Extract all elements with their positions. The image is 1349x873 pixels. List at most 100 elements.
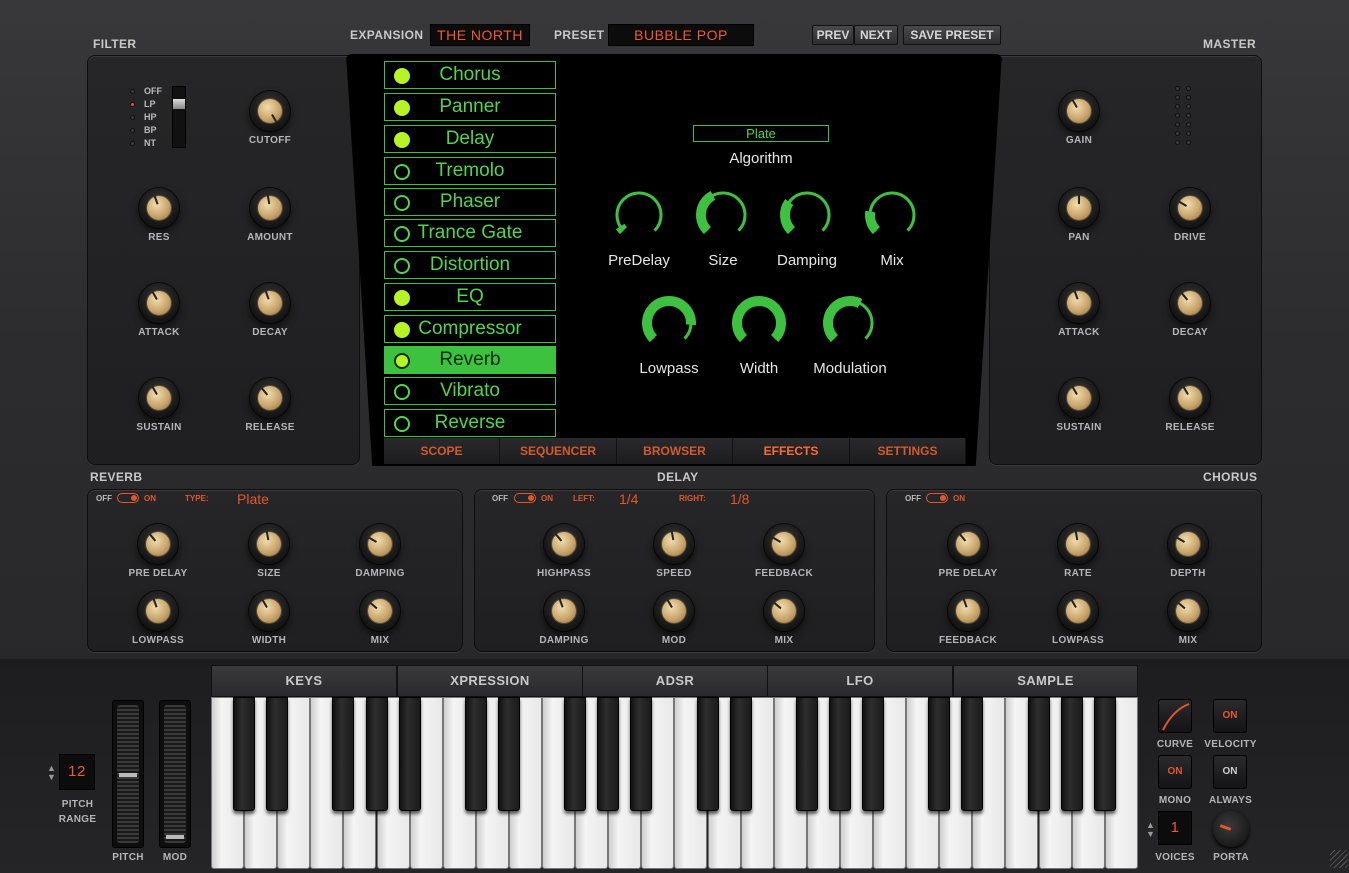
reverb-power-toggle[interactable] (117, 493, 139, 503)
fx-power-led-icon[interactable] (394, 322, 410, 338)
black-key[interactable] (233, 697, 256, 811)
pitch-range-stepper-icon[interactable]: ▲ ▼ (47, 764, 56, 782)
chorus-depth-knob[interactable] (1168, 524, 1208, 564)
keyboard-tab-lfo[interactable]: LFO (767, 665, 953, 697)
delay-mod-knob[interactable] (654, 591, 694, 631)
fx-item-trance-gate[interactable]: Trance Gate (384, 219, 556, 247)
black-key[interactable] (1027, 697, 1050, 811)
filter-mode-nt[interactable]: NT (144, 138, 156, 148)
reverb-type-value[interactable]: Plate (237, 491, 269, 507)
fx-power-led-icon[interactable] (394, 353, 410, 369)
black-key[interactable] (729, 697, 752, 811)
fx-power-led-icon[interactable] (394, 226, 410, 242)
keyboard-tab-keys[interactable]: KEYS (211, 665, 397, 697)
reverb-lowpass-knob[interactable] (138, 591, 178, 631)
fx-power-led-icon[interactable] (394, 164, 410, 180)
filter-release-knob[interactable] (250, 378, 290, 418)
delay-feedback-knob[interactable] (764, 524, 804, 564)
velocity-curve-button[interactable] (1158, 699, 1192, 733)
resize-grip-icon[interactable] (1330, 850, 1348, 868)
delay-speed-knob[interactable] (654, 524, 694, 564)
reverb-size-knob[interactable] (249, 524, 289, 564)
master-sustain-knob[interactable] (1059, 378, 1099, 418)
keyboard-tab-adsr[interactable]: ADSR (582, 665, 768, 697)
black-key[interactable] (961, 697, 984, 811)
black-key[interactable] (597, 697, 620, 811)
fx-item-phaser[interactable]: Phaser (384, 188, 556, 216)
fx-power-led-icon[interactable] (394, 416, 410, 432)
black-key[interactable] (564, 697, 587, 811)
black-key[interactable] (398, 697, 421, 811)
black-key[interactable] (1093, 697, 1116, 811)
chorus-power-toggle[interactable] (926, 493, 948, 503)
delay-power-toggle[interactable] (514, 493, 536, 503)
fx-power-led-icon[interactable] (394, 68, 410, 84)
filter-decay-knob[interactable] (250, 283, 290, 323)
delay-highpass-knob[interactable] (544, 524, 584, 564)
delay-right-value[interactable]: 1/8 (730, 491, 749, 507)
master-drive-knob[interactable] (1170, 188, 1210, 228)
black-key[interactable] (497, 697, 520, 811)
reverb-width-knob[interactable] (249, 591, 289, 631)
master-pan-knob[interactable] (1059, 188, 1099, 228)
delay-left-value[interactable]: 1/4 (619, 491, 638, 507)
filter-res-knob[interactable] (139, 188, 179, 228)
tab-sequencer[interactable]: SEQUENCER (500, 438, 617, 464)
master-release-knob[interactable] (1170, 378, 1210, 418)
filter-cutoff-knob[interactable] (250, 91, 290, 131)
filter-mode-hp[interactable]: HP (144, 112, 157, 122)
filter-mode-off[interactable]: OFF (144, 86, 162, 96)
chorus-feedback-knob[interactable] (948, 591, 988, 631)
pitch-range-display[interactable]: 12 (59, 754, 95, 790)
tab-scope[interactable]: SCOPE (384, 438, 500, 464)
fx-item-reverb[interactable]: Reverb (384, 346, 556, 374)
fx-item-reverse[interactable]: Reverse (384, 409, 556, 437)
delay-mix-knob[interactable] (764, 591, 804, 631)
fx-item-vibrato[interactable]: Vibrato (384, 377, 556, 405)
black-key[interactable] (928, 697, 951, 811)
filter-amount-knob[interactable] (250, 188, 290, 228)
master-gain-knob[interactable] (1059, 91, 1099, 131)
black-key[interactable] (464, 697, 487, 811)
velocity-on-button[interactable]: ON (1213, 699, 1247, 733)
reverb-damping-knob[interactable] (360, 524, 400, 564)
black-key[interactable] (266, 697, 289, 811)
black-key[interactable] (1060, 697, 1083, 811)
black-key[interactable] (630, 697, 653, 811)
filter-mode-lp[interactable]: LP (144, 99, 156, 109)
fx-power-led-icon[interactable] (394, 100, 410, 116)
fx-power-led-icon[interactable] (394, 258, 410, 274)
master-attack-knob[interactable] (1059, 283, 1099, 323)
mod-wheel[interactable] (159, 700, 191, 848)
chorus-lowpass-knob[interactable] (1058, 591, 1098, 631)
chorus-rate-knob[interactable] (1058, 524, 1098, 564)
fx-item-compressor[interactable]: Compressor (384, 315, 556, 343)
pitch-wheel[interactable] (112, 700, 144, 848)
reverb-mix-knob[interactable] (360, 591, 400, 631)
fx-power-led-icon[interactable] (394, 195, 410, 211)
black-key[interactable] (332, 697, 355, 811)
voices-stepper-icon[interactable]: ▲ ▼ (1146, 821, 1155, 839)
master-decay-knob[interactable] (1170, 283, 1210, 323)
fx-item-delay[interactable]: Delay (384, 125, 556, 153)
fx-power-led-icon[interactable] (394, 290, 410, 306)
tab-effects[interactable]: EFFECTS (733, 438, 850, 464)
black-key[interactable] (696, 697, 719, 811)
fx-power-led-icon[interactable] (394, 384, 410, 400)
tab-browser[interactable]: BROWSER (617, 438, 733, 464)
keyboard-tab-xpression[interactable]: XPRESSION (397, 665, 583, 697)
fx-power-led-icon[interactable] (394, 132, 410, 148)
black-key[interactable] (828, 697, 851, 811)
always-on-button[interactable]: ON (1213, 755, 1247, 789)
fx-item-distortion[interactable]: Distortion (384, 251, 556, 279)
black-key[interactable] (365, 697, 388, 811)
porta-knob[interactable] (1213, 811, 1249, 847)
fx-item-chorus[interactable]: Chorus (384, 61, 556, 89)
chorus-pre-delay-knob[interactable] (948, 524, 988, 564)
reverb-pre-delay-knob[interactable] (138, 524, 178, 564)
mono-on-button[interactable]: ON (1158, 755, 1192, 789)
filter-attack-knob[interactable] (139, 283, 179, 323)
fx-item-eq[interactable]: EQ (384, 283, 556, 311)
black-key[interactable] (795, 697, 818, 811)
filter-sustain-knob[interactable] (139, 378, 179, 418)
